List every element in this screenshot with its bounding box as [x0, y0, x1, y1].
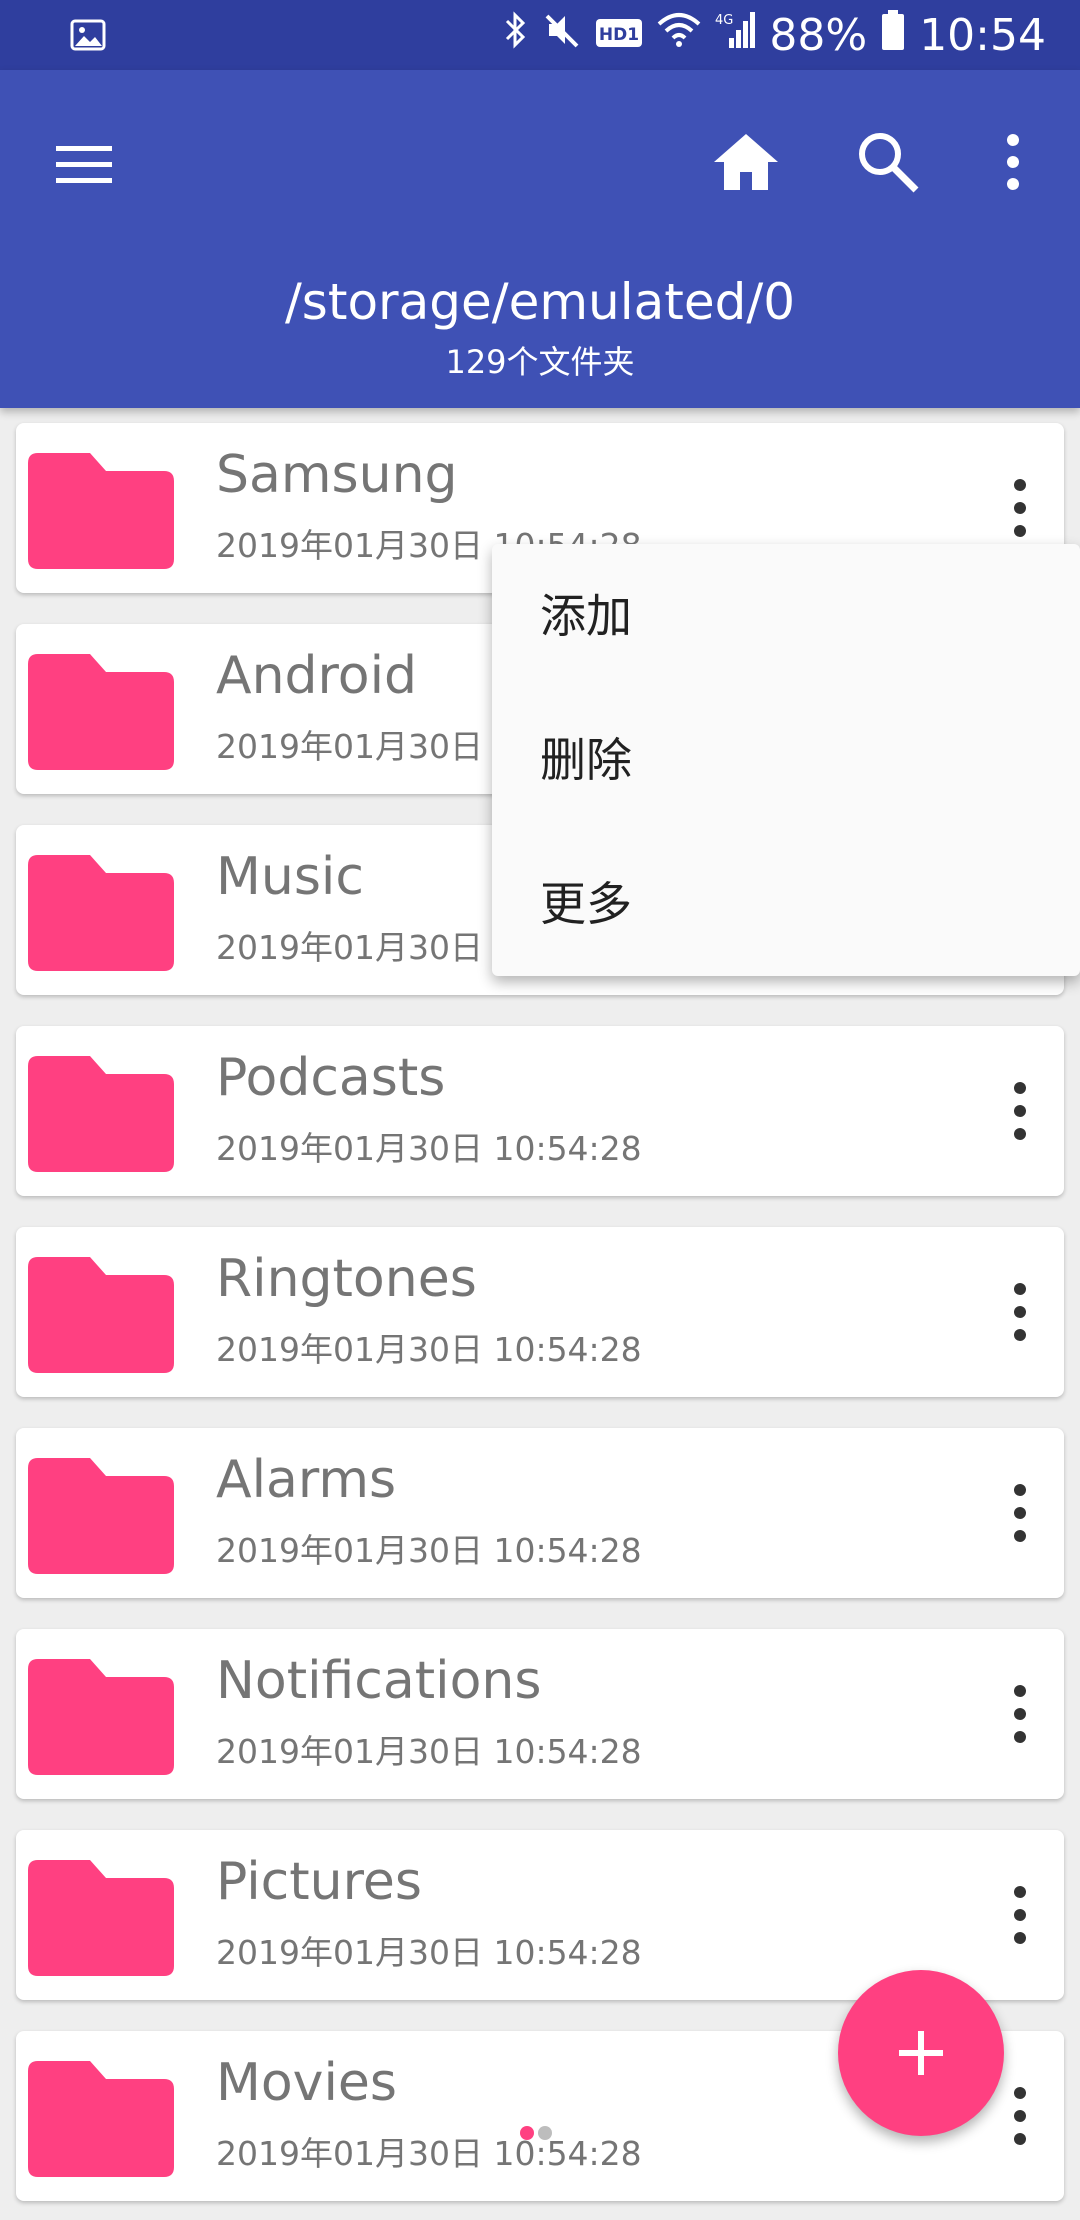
list-item[interactable]: Alarms 2019年01月30日 10:54:28: [16, 1428, 1064, 1598]
folder-date: 2019年01月30日 1: [216, 727, 515, 766]
status-bar: HD1 4G 88% 10:54: [0, 0, 1080, 70]
folder-icon: [28, 2059, 174, 2177]
app-bar: /storage/emulated/0 129个文件夹: [0, 70, 1080, 408]
image-notification-icon: [70, 17, 106, 57]
folder-date: 2019年01月30日 10:54:28: [216, 1933, 642, 1972]
folder-icon: [28, 451, 174, 569]
wifi-icon: [657, 10, 701, 61]
folder-name: Music: [216, 847, 364, 907]
folder-date: 2019年01月30日 10:54:28: [216, 1330, 642, 1369]
folder-icon: [28, 1054, 174, 1172]
home-icon[interactable]: [710, 126, 782, 198]
page-dot-active: [520, 2126, 534, 2140]
battery-icon: [881, 9, 905, 62]
battery-percent: 88%: [769, 9, 868, 61]
folder-name: Android: [216, 646, 418, 706]
page-title: /storage/emulated/0: [284, 273, 796, 331]
item-more-icon[interactable]: [990, 1480, 1050, 1546]
context-menu: 添加 删除 更多: [492, 544, 1080, 976]
item-more-icon[interactable]: [990, 475, 1050, 541]
item-more-icon[interactable]: [990, 1681, 1050, 1747]
menu-item-delete[interactable]: 删除: [492, 688, 1080, 832]
folder-icon: [28, 1255, 174, 1373]
list-item[interactable]: Notifications 2019年01月30日 10:54:28: [16, 1629, 1064, 1799]
folder-icon: [28, 1456, 174, 1574]
folder-name: Ringtones: [216, 1249, 477, 1309]
hd-badge-text: HD1: [599, 25, 639, 45]
search-icon[interactable]: [852, 126, 924, 198]
item-more-icon[interactable]: [990, 1882, 1050, 1948]
folder-name: Notifications: [216, 1651, 542, 1711]
menu-icon[interactable]: [52, 132, 116, 196]
folder-icon: [28, 1657, 174, 1775]
folder-date: 2019年01月30日 10:54:28: [216, 1129, 642, 1168]
more-vert-icon[interactable]: [990, 126, 1040, 198]
folder-name: Alarms: [216, 1450, 397, 1510]
menu-item-more[interactable]: 更多: [492, 832, 1080, 976]
add-fab-button[interactable]: [838, 1970, 1004, 2136]
list-item[interactable]: Podcasts 2019年01月30日 10:54:28: [16, 1026, 1064, 1196]
folder-date: 2019年01月30日 1: [216, 928, 515, 967]
page-dot: [538, 2126, 552, 2140]
bluetooth-icon: [503, 10, 529, 61]
list-item[interactable]: Ringtones 2019年01月30日 10:54:28: [16, 1227, 1064, 1397]
folder-date: 2019年01月30日 10:54:28: [216, 2134, 642, 2173]
network-type: 4G: [715, 13, 733, 28]
hd-icon: HD1: [595, 10, 643, 61]
menu-item-add[interactable]: 添加: [492, 544, 1080, 688]
folder-name: Samsung: [216, 445, 458, 505]
folder-icon: [28, 853, 174, 971]
folder-icon: [28, 652, 174, 770]
folder-name: Movies: [216, 2053, 397, 2113]
folder-name: Pictures: [216, 1852, 422, 1912]
folder-name: Podcasts: [216, 1048, 446, 1108]
mute-icon: [543, 10, 581, 61]
status-time: 10:54: [919, 9, 1046, 61]
folder-count: 129个文件夹: [445, 343, 635, 381]
folder-icon: [28, 1858, 174, 1976]
folder-date: 2019年01月30日 10:54:28: [216, 1531, 642, 1570]
signal-icon: 4G: [715, 10, 756, 61]
folder-date: 2019年01月30日 10:54:28: [216, 1732, 642, 1771]
item-more-icon[interactable]: [990, 1279, 1050, 1345]
item-more-icon[interactable]: [990, 1078, 1050, 1144]
plus-icon: [899, 2031, 943, 2075]
page-indicator: [520, 2126, 552, 2140]
